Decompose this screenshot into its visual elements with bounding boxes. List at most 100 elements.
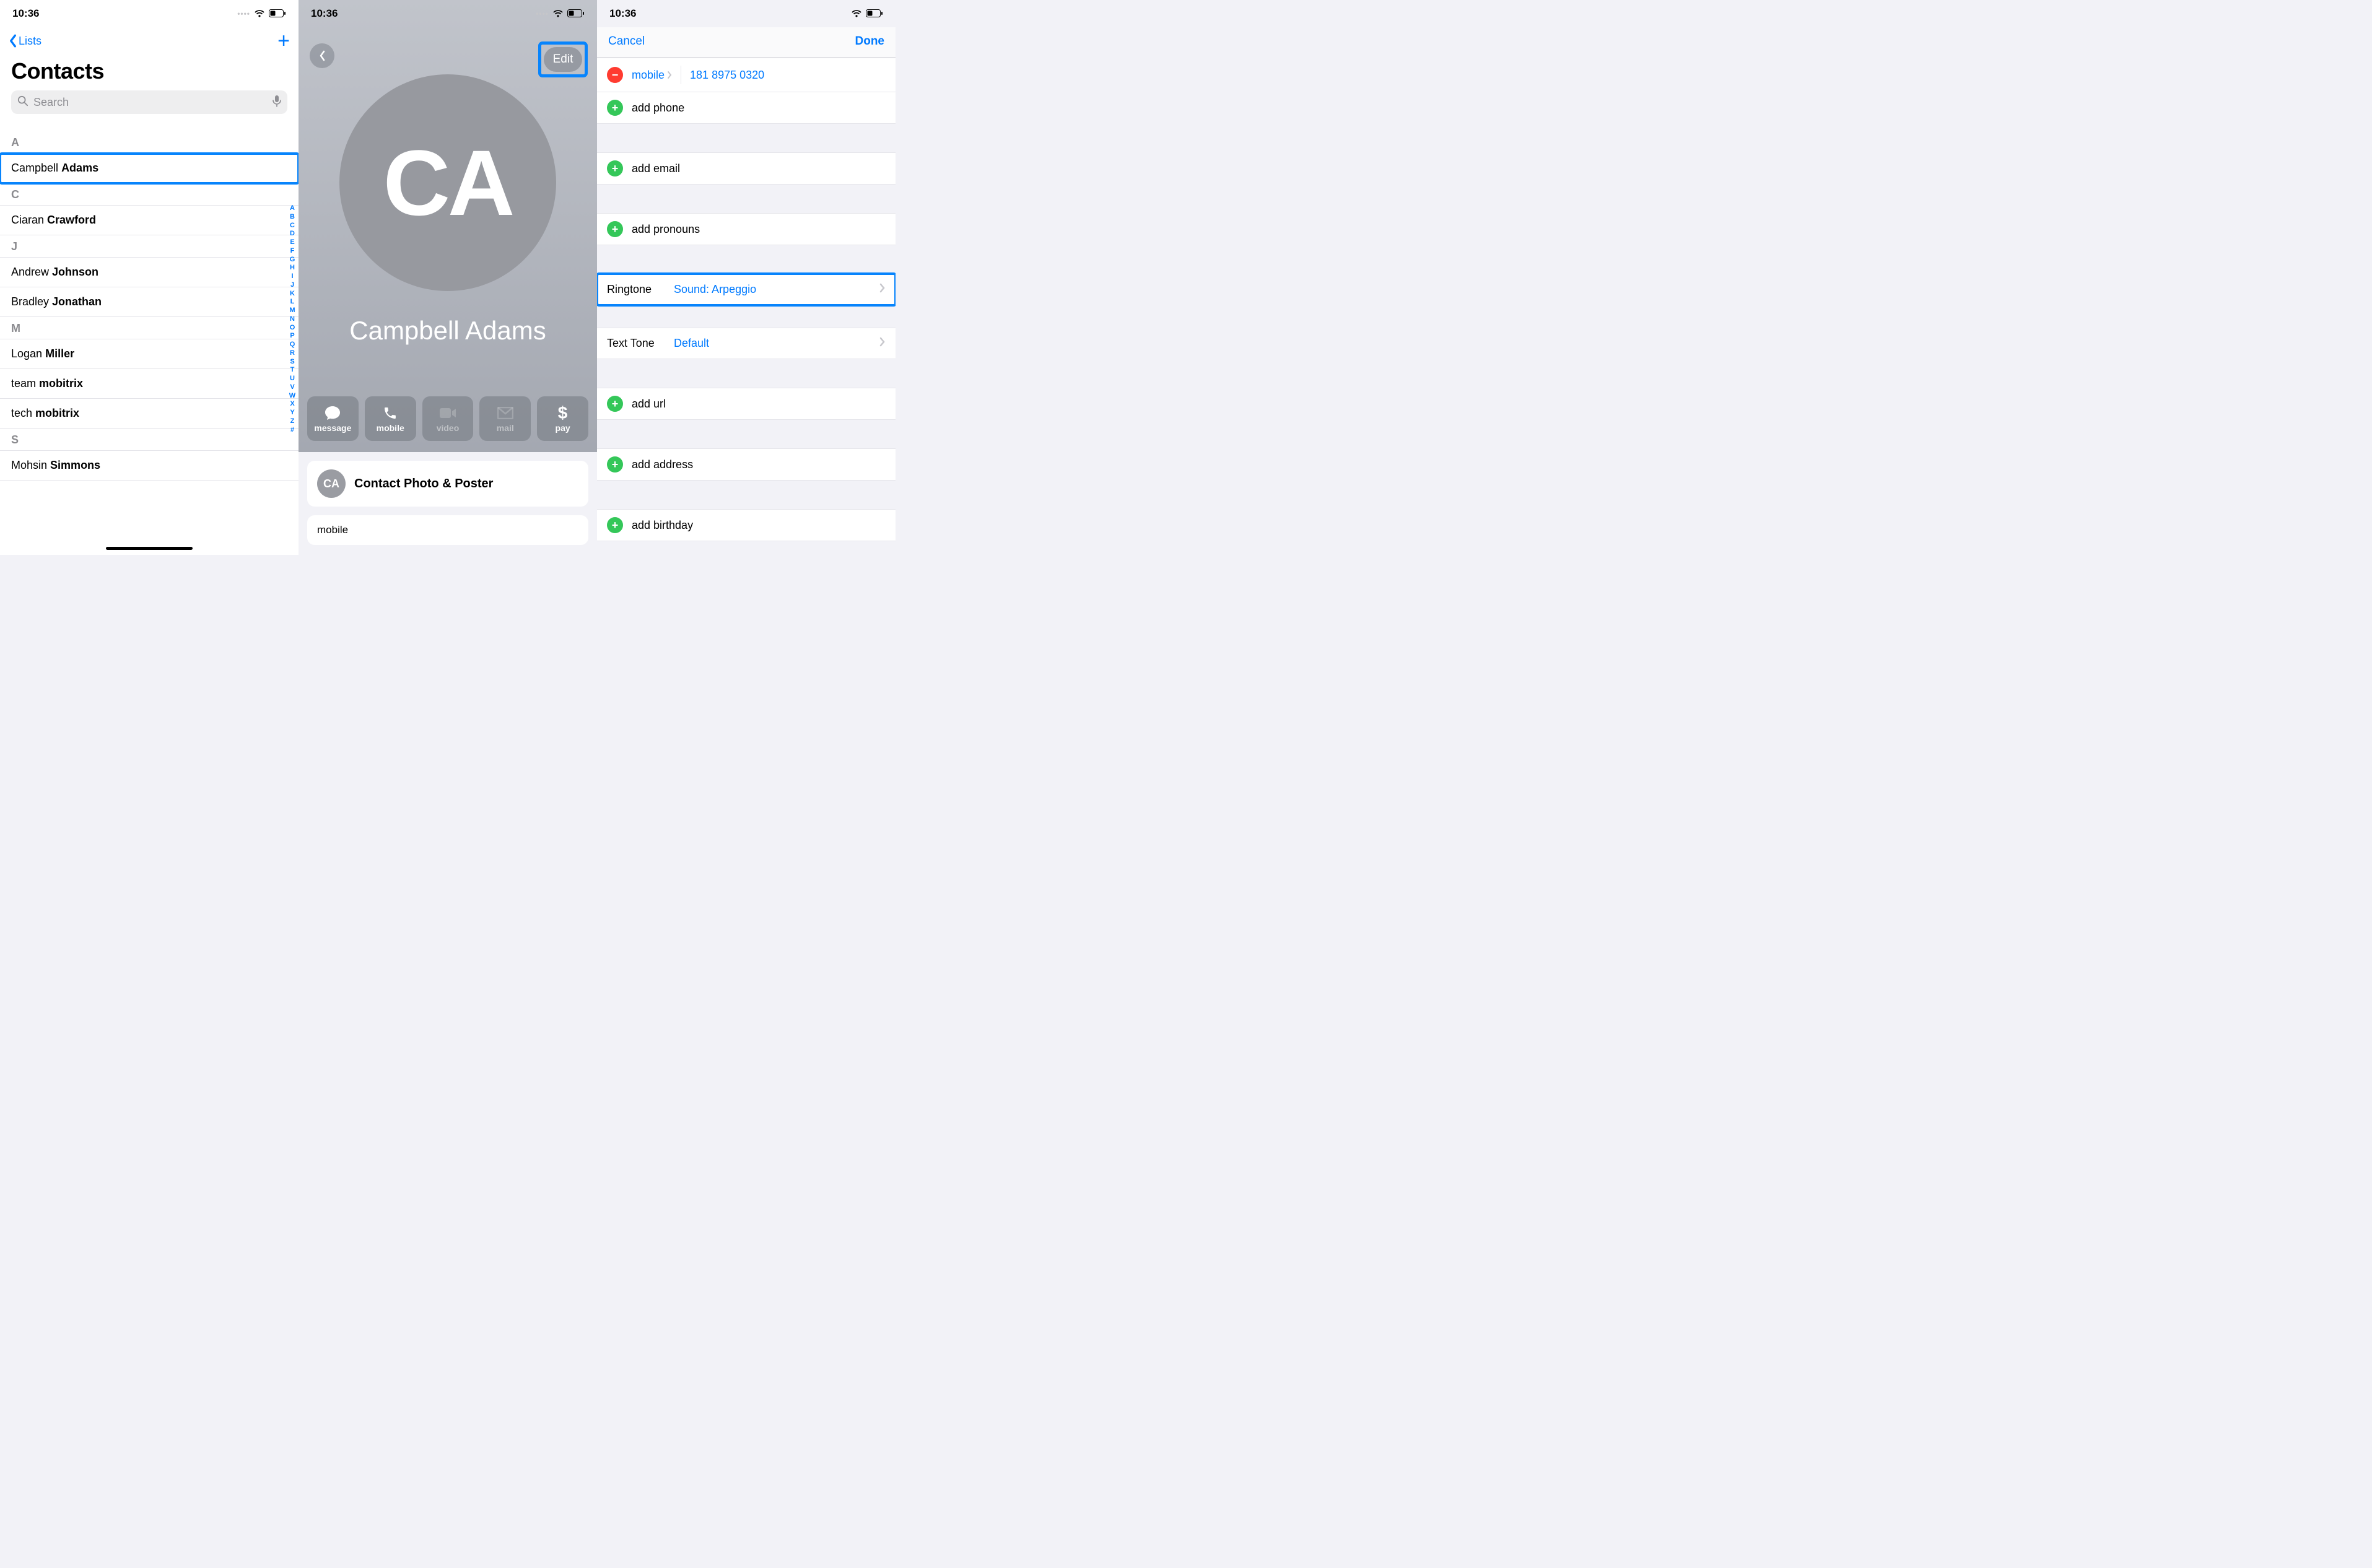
index-letter[interactable]: C: [290, 222, 295, 230]
done-button[interactable]: Done: [855, 35, 885, 48]
back-lists-button[interactable]: Lists: [9, 34, 41, 48]
alpha-index[interactable]: ABCDEFGHIJKLMNOPQRSTUVWXYZ#: [287, 204, 297, 434]
texttone-label: Text Tone: [607, 337, 665, 350]
add-phone-row[interactable]: + add phone: [597, 92, 896, 123]
battery-icon: [269, 9, 286, 18]
add-icon: +: [607, 160, 623, 176]
index-letter[interactable]: P: [290, 332, 294, 341]
contact-row[interactable]: team mobitrix: [0, 369, 299, 399]
contact-first: Mohsin: [11, 459, 47, 471]
section-header: C: [0, 183, 299, 206]
ringtone-row[interactable]: Ringtone Sound: Arpeggio: [597, 274, 896, 305]
index-letter[interactable]: B: [290, 213, 295, 222]
index-letter[interactable]: I: [291, 272, 293, 281]
index-letter[interactable]: M: [289, 307, 295, 315]
index-letter[interactable]: F: [290, 247, 295, 256]
contact-last: Jonathan: [52, 295, 102, 308]
message-button[interactable]: message: [307, 396, 359, 441]
index-letter[interactable]: S: [290, 358, 294, 367]
contact-row[interactable]: Bradley Jonathan: [0, 287, 299, 317]
avatar-small-icon: CA: [317, 469, 346, 498]
status-bar: 10:36 ••••: [299, 0, 597, 27]
index-letter[interactable]: Q: [290, 341, 295, 349]
phone-value[interactable]: 181 8975 0320: [690, 69, 764, 82]
ringtone-value: Sound: Arpeggio: [674, 283, 756, 296]
back-label: Lists: [19, 35, 41, 48]
status-time: 10:36: [609, 7, 636, 20]
screen-edit-contact: 10:36 •••• Cancel Done − mobile 181 8975…: [597, 0, 896, 555]
index-letter[interactable]: L: [290, 298, 295, 307]
back-button[interactable]: [310, 43, 334, 68]
photo-poster-card[interactable]: CA Contact Photo & Poster: [307, 461, 588, 507]
screen-contact-card: 10:36 •••• Edit CA: [299, 0, 597, 555]
mic-icon[interactable]: [273, 95, 281, 110]
index-letter[interactable]: R: [290, 349, 295, 358]
index-letter[interactable]: G: [290, 256, 295, 264]
screen-contacts-list: 10:36 •••• Lists + Contacts Search: [0, 0, 299, 555]
contact-row[interactable]: Campbell Adams: [0, 154, 299, 183]
search-input[interactable]: Search: [11, 90, 287, 114]
texttone-value: Default: [674, 337, 709, 350]
home-indicator[interactable]: [106, 547, 193, 550]
contact-row[interactable]: Logan Miller: [0, 339, 299, 369]
contact-last: mobitrix: [35, 407, 79, 419]
add-email-row[interactable]: + add email: [597, 153, 896, 184]
mobile-icon: [383, 404, 398, 422]
index-letter[interactable]: O: [290, 324, 295, 333]
status-time: 10:36: [311, 7, 338, 20]
search-placeholder: Search: [33, 96, 69, 109]
index-letter[interactable]: X: [290, 400, 294, 409]
add-pronouns-row[interactable]: + add pronouns: [597, 214, 896, 245]
index-letter[interactable]: #: [290, 426, 294, 435]
index-letter[interactable]: Y: [290, 409, 294, 417]
section-header: S: [0, 429, 299, 451]
index-letter[interactable]: D: [290, 230, 295, 238]
mobile-button[interactable]: mobile: [365, 396, 416, 441]
photo-poster-label: Contact Photo & Poster: [354, 477, 493, 491]
chevron-right-icon: [667, 71, 672, 79]
video-icon: [439, 404, 456, 422]
cell-dots-icon: ••••: [237, 9, 250, 18]
add-birthday-row[interactable]: + add birthday: [597, 510, 896, 541]
index-letter[interactable]: K: [290, 290, 295, 298]
action-label: mobile: [377, 423, 404, 433]
add-address-row[interactable]: + add address: [597, 449, 896, 480]
index-letter[interactable]: N: [290, 315, 295, 324]
ringtone-label: Ringtone: [607, 283, 665, 296]
battery-icon: [567, 9, 585, 18]
contact-row[interactable]: tech mobitrix: [0, 399, 299, 429]
add-icon: +: [607, 517, 623, 533]
index-letter[interactable]: H: [290, 264, 295, 272]
section-header: J: [0, 235, 299, 258]
nav-bar: Lists +: [0, 27, 299, 54]
phone-row[interactable]: − mobile 181 8975 0320: [597, 58, 896, 92]
index-letter[interactable]: Z: [290, 417, 295, 426]
add-url-row[interactable]: + add url: [597, 388, 896, 419]
phone-type-picker[interactable]: mobile: [632, 69, 672, 82]
contact-row[interactable]: Andrew Johnson: [0, 258, 299, 287]
avatar-initials: CA: [383, 129, 513, 237]
edit-button[interactable]: Edit: [544, 47, 582, 72]
mail-button: mail: [479, 396, 531, 441]
pay-button[interactable]: $pay: [537, 396, 588, 441]
index-letter[interactable]: J: [290, 281, 294, 290]
index-letter[interactable]: V: [290, 383, 294, 392]
contact-row[interactable]: Ciaran Crawford: [0, 206, 299, 235]
index-letter[interactable]: T: [290, 366, 295, 375]
contact-first: Andrew: [11, 266, 49, 278]
phone-field-card[interactable]: mobile: [307, 515, 588, 545]
add-contact-button[interactable]: +: [277, 30, 290, 51]
index-letter[interactable]: W: [289, 392, 295, 401]
contact-first: Ciaran: [11, 214, 44, 226]
index-letter[interactable]: U: [290, 375, 295, 383]
status-time: 10:36: [12, 7, 39, 20]
index-letter[interactable]: E: [290, 238, 294, 247]
action-label: message: [314, 423, 351, 433]
delete-phone-icon[interactable]: −: [607, 67, 623, 83]
contact-row[interactable]: Mohsin Simmons: [0, 451, 299, 481]
cancel-button[interactable]: Cancel: [608, 35, 645, 48]
battery-icon: [866, 9, 883, 18]
index-letter[interactable]: A: [290, 204, 295, 213]
texttone-row[interactable]: Text Tone Default: [597, 328, 896, 359]
video-button: video: [422, 396, 474, 441]
